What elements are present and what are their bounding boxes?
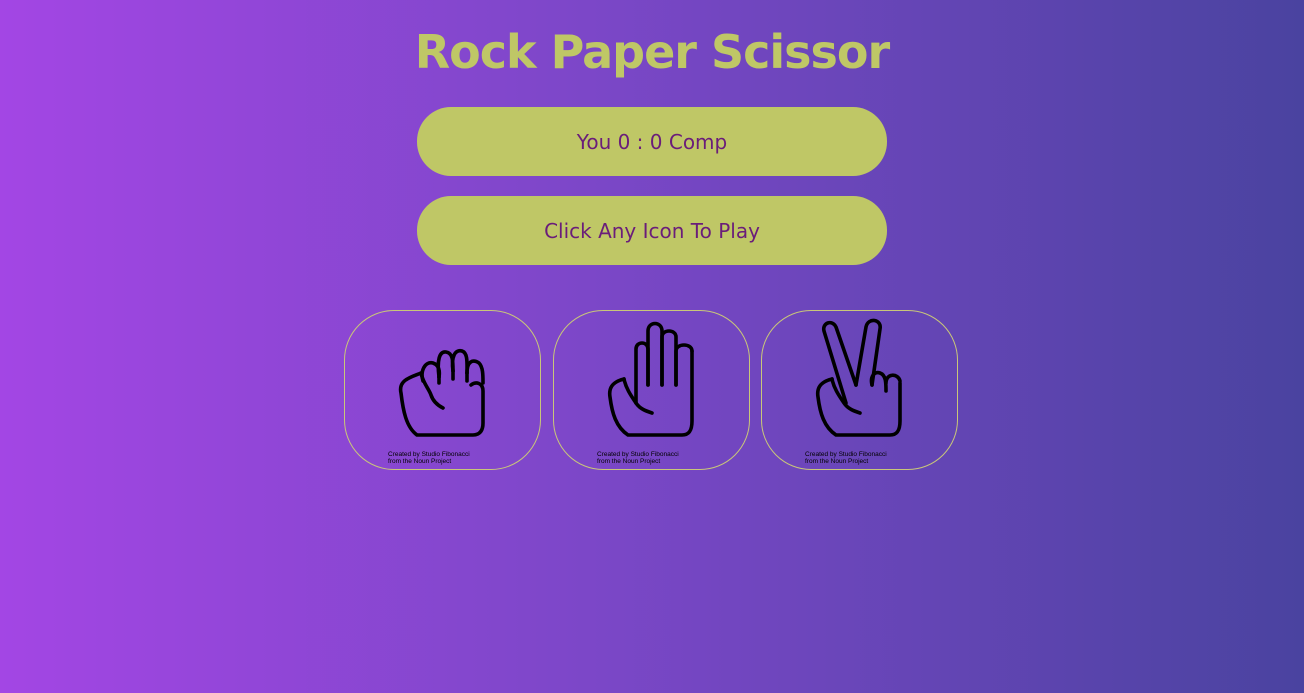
rock-button[interactable]: Created by Studio Fibonacci from the Nou… [344, 310, 541, 470]
scissors-button[interactable]: Created by Studio Fibonacci from the Nou… [761, 310, 958, 470]
icon-credit: Created by Studio Fibonacci from the Nou… [805, 451, 887, 465]
score-text: You 0 : 0 Comp [576, 129, 728, 154]
score-display: You 0 : 0 Comp [417, 107, 887, 176]
page-title: Rock Paper Scissor [414, 25, 890, 79]
scissors-hand-icon [815, 318, 902, 437]
rock-hand-icon [398, 348, 485, 437]
icon-credit: Created by Studio Fibonacci from the Nou… [388, 451, 470, 465]
paper-hand-icon [607, 321, 694, 437]
status-message-text: Click Any Icon To Play [544, 218, 760, 243]
status-message: Click Any Icon To Play [417, 196, 887, 265]
icon-credit: Created by Studio Fibonacci from the Nou… [597, 451, 679, 465]
paper-button[interactable]: Created by Studio Fibonacci from the Nou… [553, 310, 750, 470]
